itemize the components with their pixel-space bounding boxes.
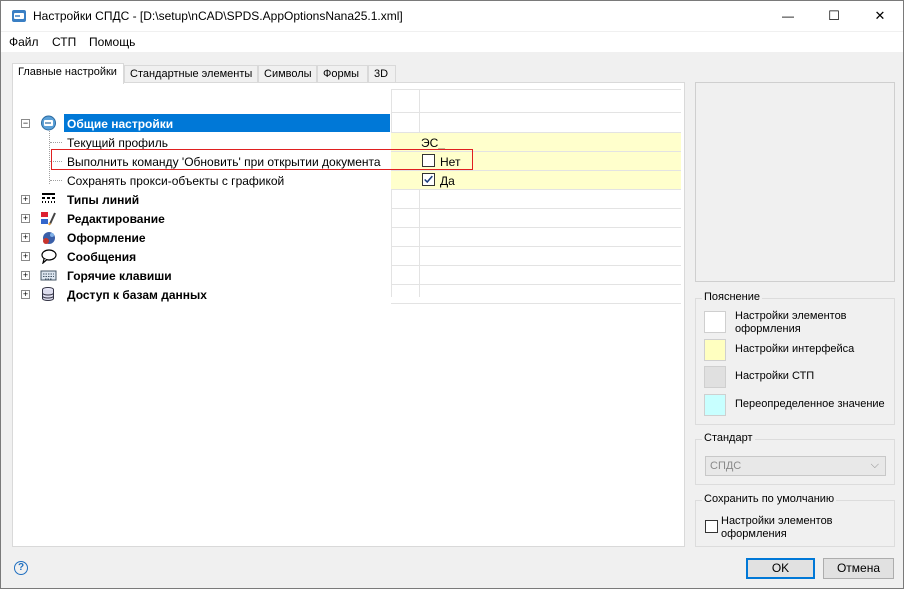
title-bar[interactable]: Настройки СПДС - [D:\setup\nCAD\SPDS.App… xyxy=(1,1,903,31)
expand-icon[interactable]: + xyxy=(21,195,30,204)
legend-label: Настройки интерфейса xyxy=(735,343,855,355)
tree-label: Сообщения xyxy=(67,250,137,264)
legend-label: Настройки СТП xyxy=(735,370,815,382)
general-settings-icon xyxy=(41,115,56,131)
tab-3d[interactable]: 3D xyxy=(368,65,396,83)
ok-button[interactable]: OK xyxy=(746,558,815,579)
database-icon xyxy=(42,287,54,301)
tree-label: Оформление xyxy=(67,231,146,245)
highlight-box xyxy=(51,149,473,170)
menu-file[interactable]: Файл xyxy=(9,35,39,49)
tab-main-settings[interactable]: Главные настройки xyxy=(12,63,124,84)
menu-stp[interactable]: СТП xyxy=(52,35,76,49)
cancel-button[interactable]: Отмена xyxy=(823,558,894,579)
close-button[interactable]: ✕ xyxy=(857,1,903,31)
tree-row-hotkeys[interactable]: + Горячие клавиши xyxy=(18,266,681,285)
tree-label-general: Общие настройки xyxy=(64,114,390,132)
save-proxy-checkbox[interactable] xyxy=(422,173,435,186)
setting-label: Сохранять прокси-объекты с графикой xyxy=(67,174,285,188)
tab-standard-elements[interactable]: Стандартные элементы xyxy=(124,65,258,83)
tab-symbols[interactable]: Символы xyxy=(258,65,317,83)
grid-line xyxy=(391,112,681,113)
tree-row-save-proxy[interactable]: Сохранять прокси-объекты с графикой Да xyxy=(18,171,681,190)
expand-icon[interactable]: + xyxy=(21,252,30,261)
tree-label: Доступ к базам данных xyxy=(67,288,207,302)
expand-icon[interactable]: + xyxy=(21,233,30,242)
preview-area xyxy=(695,82,895,282)
editing-icon xyxy=(41,212,56,226)
maximize-icon: ☐ xyxy=(828,8,840,23)
tree-row-general[interactable]: − Общие настройки xyxy=(18,114,681,133)
legend-title: Пояснение xyxy=(702,291,763,303)
expand-icon[interactable]: + xyxy=(21,214,30,223)
value-cell-bg xyxy=(420,171,681,189)
save-proxy-value: Да xyxy=(440,174,455,188)
tree-label: Горячие клавиши xyxy=(67,269,172,283)
expand-icon[interactable]: + xyxy=(21,271,30,280)
tree-row-line-types[interactable]: + Типы линий xyxy=(18,190,681,209)
chevron-down-icon: ⌵ xyxy=(870,459,879,471)
keyboard-icon xyxy=(40,270,57,281)
save-default-label[interactable]: Настройки элементов оформления xyxy=(721,515,886,541)
options-window: Настройки СПДС - [D:\setup\nCAD\SPDS.App… xyxy=(0,0,904,589)
standard-select-value: СПДС xyxy=(710,460,742,472)
setting-label: Текущий профиль xyxy=(67,136,169,150)
menu-help[interactable]: Помощь xyxy=(89,35,135,49)
maximize-button[interactable]: ☐ xyxy=(811,1,857,31)
standard-group: Стандарт СПДС ⌵ xyxy=(695,432,895,485)
checkmark-icon xyxy=(424,175,433,184)
tree-label: Редактирование xyxy=(67,212,165,226)
legend-group: Пояснение Настройки элементов оформления… xyxy=(695,291,895,425)
help-icon[interactable]: ? xyxy=(14,561,28,575)
tree-row-messages[interactable]: + Сообщения xyxy=(18,247,681,266)
minimize-button[interactable]: — xyxy=(765,1,811,31)
grid-line xyxy=(391,303,681,304)
messages-icon xyxy=(41,249,57,264)
current-profile-value[interactable]: ЭС_ xyxy=(421,136,445,150)
design-icon xyxy=(43,232,55,244)
save-default-group: Сохранить по умолчанию Настройки элемент… xyxy=(695,493,895,547)
legend-swatch-stp xyxy=(704,366,726,388)
tree-label: Типы линий xyxy=(67,193,140,207)
save-default-checkbox[interactable] xyxy=(705,520,718,533)
tree-row-database-access[interactable]: + Доступ к базам данных xyxy=(18,285,681,304)
legend-swatch-interface xyxy=(704,339,726,361)
legend-label: Переопределенное значение xyxy=(735,398,885,410)
tree-row-editing[interactable]: + Редактирование xyxy=(18,209,681,228)
legend-swatch-elements xyxy=(704,311,726,333)
legend-label: Настройки элементов оформления xyxy=(735,310,847,335)
app-icon xyxy=(12,10,26,22)
line-types-icon xyxy=(42,193,55,203)
window-title: Настройки СПДС - [D:\setup\nCAD\SPDS.App… xyxy=(33,9,403,23)
expand-icon[interactable]: + xyxy=(21,290,30,299)
menu-bar: Файл СТП Помощь xyxy=(1,32,903,52)
standard-title: Стандарт xyxy=(702,432,755,444)
tree-row-design[interactable]: + Оформление xyxy=(18,228,681,247)
save-default-title: Сохранить по умолчанию xyxy=(702,493,837,505)
close-icon: ✕ xyxy=(874,8,886,23)
value-cell-bg xyxy=(391,171,420,189)
legend-swatch-override xyxy=(704,394,726,416)
grid-line xyxy=(391,89,681,90)
minimize-icon: — xyxy=(782,9,794,23)
collapse-icon[interactable]: − xyxy=(21,119,30,128)
standard-select[interactable]: СПДС ⌵ xyxy=(705,456,886,476)
tab-forms[interactable]: Формы xyxy=(317,65,368,83)
